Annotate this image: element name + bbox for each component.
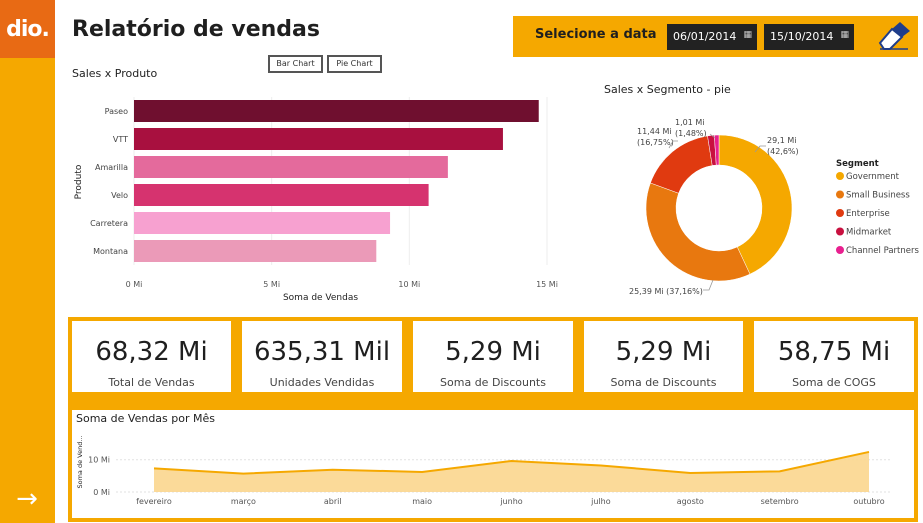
bar bbox=[134, 240, 377, 262]
legend-entry: Channel Partners bbox=[846, 246, 919, 256]
data-label: 11,44 Mi bbox=[637, 127, 672, 136]
date-filter-label: Selecione a data bbox=[535, 27, 657, 42]
legend-entry: Government bbox=[846, 172, 900, 182]
date-filter-panel: Selecione a data 06/01/2014 ▦ 15/10/2014… bbox=[513, 16, 918, 57]
line-chart-title: Soma de Vendas por Mês bbox=[76, 412, 215, 425]
page-title: Relatório de vendas bbox=[72, 17, 320, 42]
logo-text: dio. bbox=[6, 16, 50, 42]
y-axis-label: Soma de Vend... bbox=[76, 435, 84, 488]
y-tick-label: 0 Mi bbox=[93, 488, 110, 497]
x-tick-label: setembro bbox=[761, 497, 799, 506]
legend-marker bbox=[836, 227, 844, 236]
calendar-icon[interactable]: ▦ bbox=[840, 30, 849, 40]
y-tick-label: VTT bbox=[113, 135, 128, 144]
kpi-value: 5,29 Mi bbox=[445, 337, 541, 367]
kpi-label: Soma de Discounts bbox=[610, 376, 717, 389]
y-tick-label: Montana bbox=[93, 247, 128, 256]
x-tick-label: 5 Mi bbox=[263, 280, 280, 289]
kpi-label: Soma de Discounts bbox=[440, 376, 546, 389]
x-tick-label: 15 Mi bbox=[536, 280, 558, 289]
legend-marker bbox=[836, 190, 844, 199]
bar-chart-title: Sales x Produto bbox=[72, 67, 158, 80]
pie-chart-title: Sales x Segmento - pie bbox=[604, 83, 731, 96]
monthly-sales-frame: Soma de Vendas por Mês 0 Mi 10 Mi Soma de V… bbox=[68, 396, 918, 522]
x-tick-label: 10 Mi bbox=[398, 280, 420, 289]
x-tick-label: fevereiro bbox=[136, 497, 172, 506]
kpi-value: 68,32 Mi bbox=[95, 337, 208, 367]
dio-logo: dio. bbox=[0, 0, 55, 58]
monthly-sales-chart: Soma de Vendas por Mês 0 Mi 10 Mi Soma de V… bbox=[76, 412, 892, 506]
legend-entry: Small Business bbox=[846, 191, 910, 201]
bar-chart: 0 Mi 5 Mi 10 Mi 15 Mi Paseo VTT Amarilla Velo Ca… bbox=[74, 97, 558, 303]
left-nav-bar: dio. → bbox=[0, 0, 55, 523]
pie-chart-button[interactable]: Pie Chart bbox=[327, 55, 382, 73]
data-label: (1,48%) bbox=[675, 129, 707, 138]
x-axis-label: Soma de Vendas bbox=[283, 293, 358, 303]
kpi-label: Unidades Vendidas bbox=[269, 376, 375, 389]
eraser-icon[interactable] bbox=[878, 21, 912, 51]
start-date-input[interactable]: 06/01/2014 ▦ bbox=[667, 24, 757, 50]
pie-slice bbox=[645, 182, 751, 282]
y-tick-label: 10 Mi bbox=[88, 456, 110, 465]
kpi-card: 635,31 Mil Unidades Vendidas bbox=[242, 321, 402, 392]
y-axis-label: Produto bbox=[74, 164, 84, 199]
x-tick-label: outubro bbox=[853, 497, 884, 506]
bar bbox=[134, 212, 391, 234]
kpi-row: 68,32 Mi Total de Vendas 635,31 Mil Unid… bbox=[68, 317, 918, 396]
legend-marker bbox=[836, 246, 844, 254]
kpi-card: 5,29 Mi Soma de Discounts bbox=[584, 321, 743, 392]
x-tick-label: março bbox=[231, 497, 256, 506]
x-tick-label: maio bbox=[412, 497, 432, 506]
kpi-label: Total de Vendas bbox=[108, 376, 195, 389]
bar-chart-button[interactable]: Bar Chart bbox=[268, 55, 323, 73]
data-label: 25,39 Mi (37,16%) bbox=[629, 287, 703, 296]
legend-marker bbox=[836, 172, 844, 180]
legend-entry: Midmarket bbox=[846, 228, 892, 238]
x-tick-label: agosto bbox=[677, 497, 704, 506]
y-tick-label: Paseo bbox=[105, 107, 128, 116]
end-date-input[interactable]: 15/10/2014 ▦ bbox=[764, 24, 854, 50]
y-tick-label: Velo bbox=[111, 191, 128, 200]
y-tick-label: Amarilla bbox=[95, 163, 128, 172]
data-label: 29,1 Mi bbox=[767, 136, 796, 145]
kpi-value: 5,29 Mi bbox=[615, 337, 712, 367]
x-tick-label: 0 Mi bbox=[126, 280, 143, 289]
data-label: (42,6%) bbox=[767, 147, 799, 156]
bar bbox=[134, 156, 448, 178]
y-tick-label: Carretera bbox=[90, 219, 128, 228]
calendar-icon[interactable]: ▦ bbox=[743, 30, 752, 40]
kpi-label: Soma de COGS bbox=[792, 376, 876, 389]
kpi-card: 5,29 Mi Soma de Discounts bbox=[413, 321, 573, 392]
kpi-card: 58,75 Mi Soma de COGS bbox=[754, 321, 914, 392]
leader-line bbox=[703, 279, 714, 291]
data-label: 1,01 Mi bbox=[675, 118, 704, 127]
x-tick-label: abril bbox=[324, 497, 342, 506]
kpi-value: 635,31 Mil bbox=[253, 337, 391, 367]
end-date-value: 15/10/2014 bbox=[770, 30, 834, 43]
legend-marker bbox=[836, 209, 844, 217]
monthly-sales-panel: Soma de Vendas por Mês 0 Mi 10 Mi Soma de V… bbox=[72, 410, 914, 518]
x-tick-label: julho bbox=[590, 497, 611, 506]
kpi-card: 68,32 Mi Total de Vendas bbox=[72, 321, 231, 392]
pie-chart: 29,1 Mi(42,6%)25,39 Mi (37,16%)11,44 Mi(… bbox=[629, 118, 919, 296]
x-tick-label: junho bbox=[499, 497, 522, 506]
data-label: (16,75%) bbox=[637, 138, 674, 147]
bar bbox=[134, 128, 503, 150]
dashboard: dio. → Relatório de vendas Selecione a d… bbox=[0, 0, 923, 523]
bar bbox=[134, 100, 539, 122]
legend-title: Segment bbox=[836, 159, 879, 169]
legend-entry: Enterprise bbox=[846, 209, 890, 219]
bar bbox=[134, 184, 429, 206]
arrow-right-icon[interactable]: → bbox=[10, 482, 44, 516]
kpi-value: 58,75 Mi bbox=[777, 337, 891, 367]
start-date-value: 06/01/2014 bbox=[673, 30, 737, 43]
